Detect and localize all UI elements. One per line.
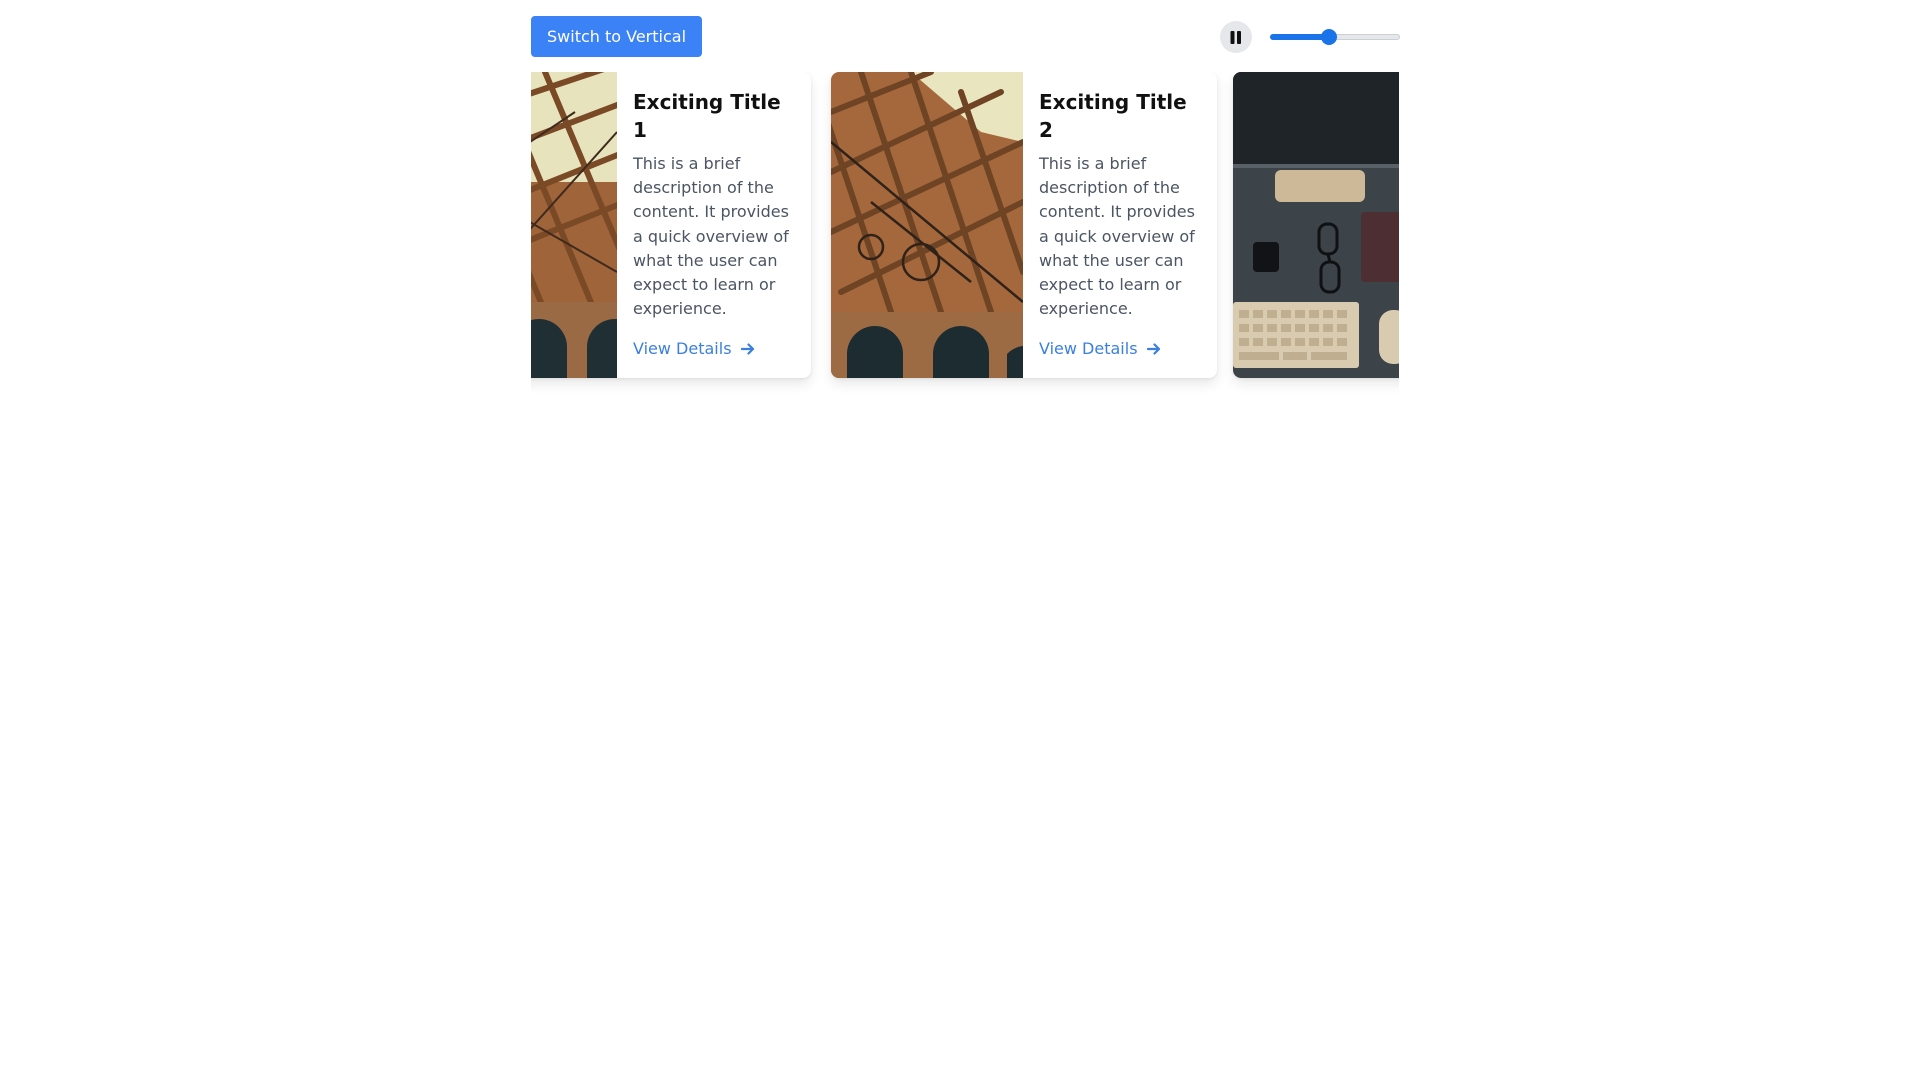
card-image — [831, 72, 1023, 378]
carousel-container: Switch to Vertical Exciting Title 1 This… — [531, 16, 1400, 378]
speed-slider[interactable] — [1270, 28, 1400, 46]
arrow-right-icon — [740, 343, 754, 356]
carousel-controls: Switch to Vertical — [531, 16, 1400, 57]
pause-icon — [1230, 30, 1241, 44]
arrow-right-icon — [1146, 343, 1160, 356]
carousel-card: Exciting Title 1 This is a brief descrip… — [531, 72, 811, 378]
card-title: Exciting Title 1 — [633, 90, 781, 142]
view-details-label: View Details — [1039, 339, 1138, 359]
carousel-track: Exciting Title 1 This is a brief descrip… — [531, 72, 1399, 412]
slider-thumb[interactable] — [1320, 29, 1337, 45]
view-details-link[interactable]: View Details — [633, 337, 797, 361]
carousel-card — [1233, 72, 1399, 378]
card-body: Exciting Title 1 This is a brief descrip… — [633, 88, 797, 361]
card-title: Exciting Title 2 — [1039, 90, 1187, 142]
card-body: Exciting Title 2 This is a brief descrip… — [1039, 88, 1203, 361]
card-image — [531, 72, 617, 378]
slider-fill — [1270, 34, 1329, 40]
view-details-label: View Details — [633, 339, 732, 359]
card-description: This is a brief description of the conte… — [1039, 154, 1195, 319]
pause-button[interactable] — [1220, 21, 1252, 53]
carousel-card: Exciting Title 2 This is a brief descrip… — [831, 72, 1217, 378]
switch-orientation-button[interactable]: Switch to Vertical — [531, 16, 703, 57]
card-description: This is a brief description of the conte… — [633, 154, 789, 319]
card-image — [1233, 72, 1399, 378]
view-details-link[interactable]: View Details — [1039, 337, 1203, 361]
